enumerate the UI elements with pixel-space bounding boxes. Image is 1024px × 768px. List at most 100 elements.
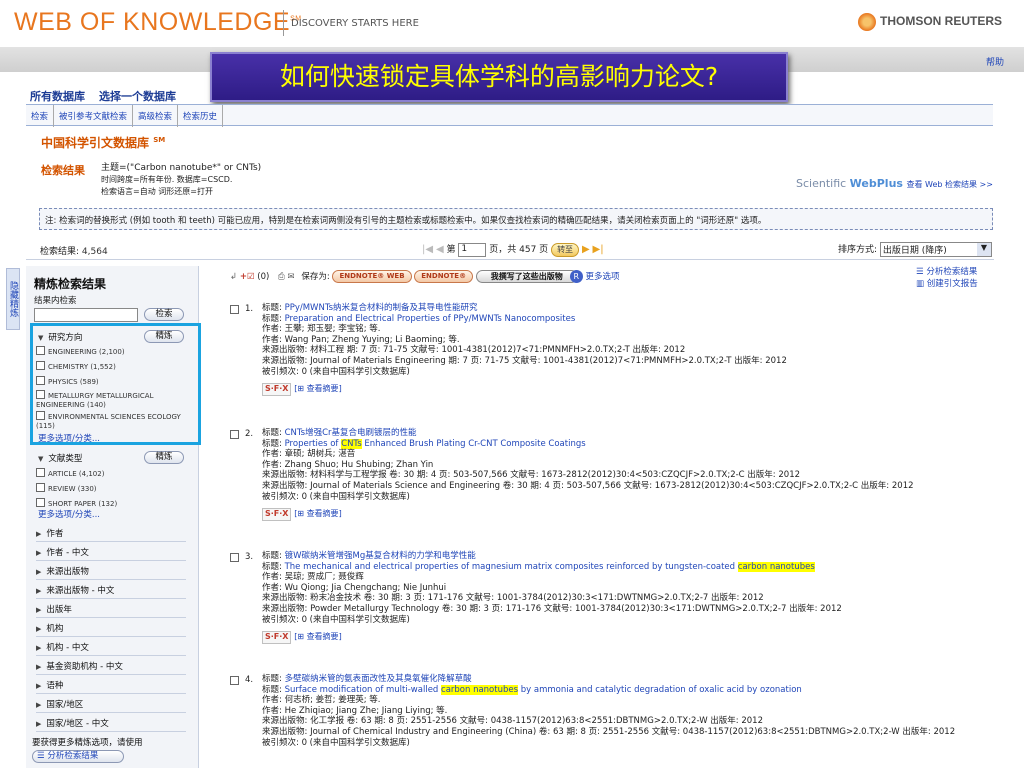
facet-source-zh[interactable]: ▶ 来源出版物 - 中文 — [36, 580, 186, 599]
refine-title: 精炼检索结果 — [34, 277, 107, 291]
webplus-link[interactable]: Scientific WebPlus 查看 Web 检索结果 >> — [796, 177, 993, 190]
refine-button[interactable]: 精炼 — [144, 451, 184, 464]
title-zh-link[interactable]: 多壁碳纳米管的氨表面改性及其臭氧催化降解草酸 — [285, 674, 472, 684]
query-line: 主题=("Carbon nanotube*" or CNTs) — [101, 163, 262, 173]
triangle-right-icon: ▶ — [36, 644, 42, 652]
go-button[interactable]: 转至 — [551, 242, 580, 257]
record-number: 1. — [245, 304, 254, 314]
checkbox[interactable] — [36, 483, 45, 492]
thomson-reuters-logo: THOMSON REUTERS — [858, 13, 1002, 31]
title-en-link[interactable]: Surface modification of multi-walled car… — [285, 684, 802, 695]
marked-list-icon[interactable]: +☑ — [240, 272, 255, 282]
subnav-search-history[interactable]: 检索历史 — [178, 105, 224, 127]
results-bar: 检索结果: 4,564 |◀ ◀ 第 1 页，共 457 页 转至 ▶ ▶| 排… — [26, 240, 994, 260]
title-zh-link[interactable]: CNTs增强Cr基复合电刷镀层的性能 — [285, 428, 417, 438]
checkbox[interactable] — [36, 498, 45, 507]
facet-country[interactable]: ▶ 国家/地区 — [36, 694, 186, 713]
triangle-right-icon: ▶ — [36, 701, 42, 709]
email-icon[interactable]: ✉ — [288, 272, 295, 282]
facet-year[interactable]: ▶ 出版年 — [36, 599, 186, 618]
record-checkbox[interactable] — [230, 430, 239, 439]
print-icon[interactable]: ⎙ — [278, 272, 285, 282]
view-abstract-link[interactable]: [⊞ 查看摘要] — [294, 384, 342, 393]
first-page-icon[interactable]: |◀ — [422, 244, 433, 255]
search-subnav: 检索 被引参考文献检索 高级检索 检索历史 — [26, 104, 993, 127]
hide-refine-tab[interactable]: 隐藏精炼 — [6, 268, 20, 330]
next-page-icon[interactable]: ▶ — [582, 244, 590, 255]
tab-all-databases[interactable]: 所有数据库 — [26, 87, 89, 105]
page-input[interactable]: 1 — [458, 242, 487, 257]
sfx-icon[interactable]: S·F·X — [262, 383, 292, 396]
facet-org-zh[interactable]: ▶ 机构 - 中文 — [36, 637, 186, 656]
prev-page-icon[interactable]: ◀ — [436, 244, 444, 255]
subnav-advanced-search[interactable]: 高级检索 — [133, 105, 179, 127]
type-option[interactable]: ARTICLE (4,102) — [36, 468, 104, 479]
list-icon: ☰ — [916, 267, 924, 277]
search-within-button[interactable]: 检索 — [144, 308, 184, 321]
researcherid-icon[interactable]: R — [569, 270, 583, 283]
triangle-right-icon: ▶ — [36, 720, 42, 728]
endnote-web-button[interactable]: ENDNOTE® WEB — [332, 270, 412, 283]
results-toolbar: ↲ +☑ (0) ⎙ ✉ 保存为: ENDNOTE® WEB ENDNOTE® … — [230, 270, 1000, 290]
last-page-icon[interactable]: ▶| — [593, 244, 604, 255]
title-zh-link[interactable]: PPy/MWNTs纳米复合材料的制备及其导电性能研究 — [285, 303, 478, 313]
thomson-reuters-icon — [858, 13, 876, 31]
triangle-right-icon: ▶ — [36, 606, 42, 614]
analyze-results-link[interactable]: ☰ 分析检索结果 — [916, 266, 978, 278]
triangle-right-icon: ▶ — [36, 682, 42, 690]
record-number: 4. — [245, 675, 254, 685]
sfx-icon[interactable]: S·F·X — [262, 508, 292, 521]
title-en-link[interactable]: The mechanical and electrical properties… — [285, 561, 815, 572]
title-zh-link[interactable]: 镀W碳纳米管增强Mg基复合材料的力学和电学性能 — [285, 551, 476, 561]
subnav-search[interactable]: 检索 — [26, 105, 55, 127]
triangle-right-icon: ▶ — [36, 625, 42, 633]
record-checkbox[interactable] — [230, 676, 239, 685]
tab-select-database[interactable]: 选择一个数据库 — [95, 87, 180, 105]
triangle-right-icon: ▶ — [36, 568, 42, 576]
facet-source[interactable]: ▶ 来源出版物 — [36, 561, 186, 580]
record-checkbox[interactable] — [230, 305, 239, 314]
view-abstract-link[interactable]: [⊞ 查看摘要] — [294, 509, 342, 518]
facet-country-zh[interactable]: ▶ 国家/地区 - 中文 — [36, 713, 186, 732]
sfx-icon[interactable]: S·F·X — [262, 631, 292, 644]
more-options-link[interactable]: 更多选项/分类... — [38, 508, 100, 520]
triangle-down-icon: ▼ — [38, 455, 44, 463]
sort-select[interactable]: 出版日期 (降序) ▼ — [879, 242, 992, 257]
record-checkbox[interactable] — [230, 553, 239, 562]
help-link[interactable]: 帮助 — [986, 55, 1004, 68]
tagline-divider — [283, 10, 284, 36]
view-abstract-link[interactable]: [⊞ 查看摘要] — [294, 632, 342, 641]
citation-report-link[interactable]: ▥ 创建引文报告 — [916, 278, 978, 290]
checkbox[interactable] — [36, 468, 45, 477]
query-lemmatization: 检索语言=自动 词形还原=打开 — [101, 187, 213, 196]
title-en-link[interactable]: Preparation and Electrical Properties of… — [285, 314, 576, 324]
wok-logo[interactable]: WEB OF KNOWLEDGESM — [14, 8, 302, 37]
list-icon: ☰ — [37, 751, 45, 761]
search-within-input[interactable] — [34, 308, 138, 322]
facet-author-zh[interactable]: ▶ 作者 - 中文 — [36, 542, 186, 561]
triangle-right-icon: ▶ — [36, 587, 42, 595]
callout-banner: 如何快速锁定具体学科的高影响力论文? — [210, 52, 788, 102]
endnote-button[interactable]: ENDNOTE® — [414, 270, 474, 283]
facet-org[interactable]: ▶ 机构 — [36, 618, 186, 637]
facet-funding-zh[interactable]: ▶ 基金资助机构 - 中文 — [36, 656, 186, 675]
search-within-label: 结果内检索 — [34, 296, 77, 306]
query-timespan: 时间跨度=所有年份. 数据库=CSCD. — [101, 175, 233, 184]
type-option[interactable]: REVIEW (330) — [36, 483, 97, 494]
highlight-box — [30, 323, 201, 445]
save-as-label: 保存为: — [301, 272, 330, 282]
subnav-cited-ref-search[interactable]: 被引参考文献检索 — [54, 105, 134, 127]
analyze-results-button[interactable]: ☰ 分析检索结果 — [32, 750, 124, 763]
more-options-link[interactable]: 更多选项 — [585, 272, 619, 282]
pager: |◀ ◀ 第 1 页，共 457 页 转至 ▶ ▶| — [422, 242, 604, 257]
lemmatization-note: 注: 检索词的替换形式 (例如 tooth 和 teeth) 可能已应用，特别是… — [39, 208, 993, 230]
doc-type-header[interactable]: ▼ 文献类型 — [38, 452, 82, 464]
result-count: 检索结果: 4,564 — [40, 247, 108, 257]
title-en-link[interactable]: Properties of CNTs Enhanced Brush Platin… — [285, 438, 586, 449]
query-summary: 主题=("Carbon nanotube*" or CNTs) 时间跨度=所有年… — [101, 162, 261, 198]
triangle-right-icon: ▶ — [36, 549, 42, 557]
select-all-arrow-icon: ↲ — [230, 272, 238, 282]
facet-language[interactable]: ▶ 语种 — [36, 675, 186, 694]
i-authored-button[interactable]: 我撰写了这些出版物 — [475, 270, 578, 283]
facet-author[interactable]: ▶ 作者 — [36, 523, 186, 542]
